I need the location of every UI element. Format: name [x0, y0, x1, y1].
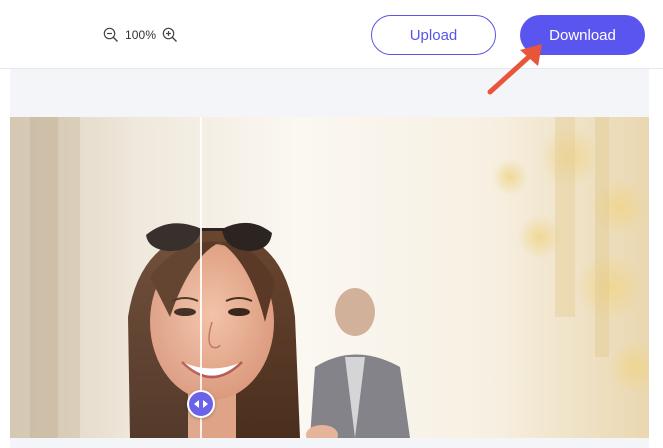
- editor-window: 100% Upload Download: [0, 0, 663, 448]
- zoom-level: 100%: [125, 28, 157, 42]
- left-right-arrows-icon[interactable]: [187, 390, 215, 418]
- zoom-control: 100%: [102, 25, 179, 45]
- zoom-out-icon[interactable]: [102, 26, 120, 44]
- download-button[interactable]: Download: [520, 15, 645, 55]
- upload-button[interactable]: Upload: [371, 15, 496, 55]
- toolbar: 100% Upload Download: [0, 0, 663, 69]
- photo-preview[interactable]: [10, 117, 649, 438]
- scroll-gutter: [649, 69, 663, 448]
- zoom-in-icon[interactable]: [161, 26, 179, 44]
